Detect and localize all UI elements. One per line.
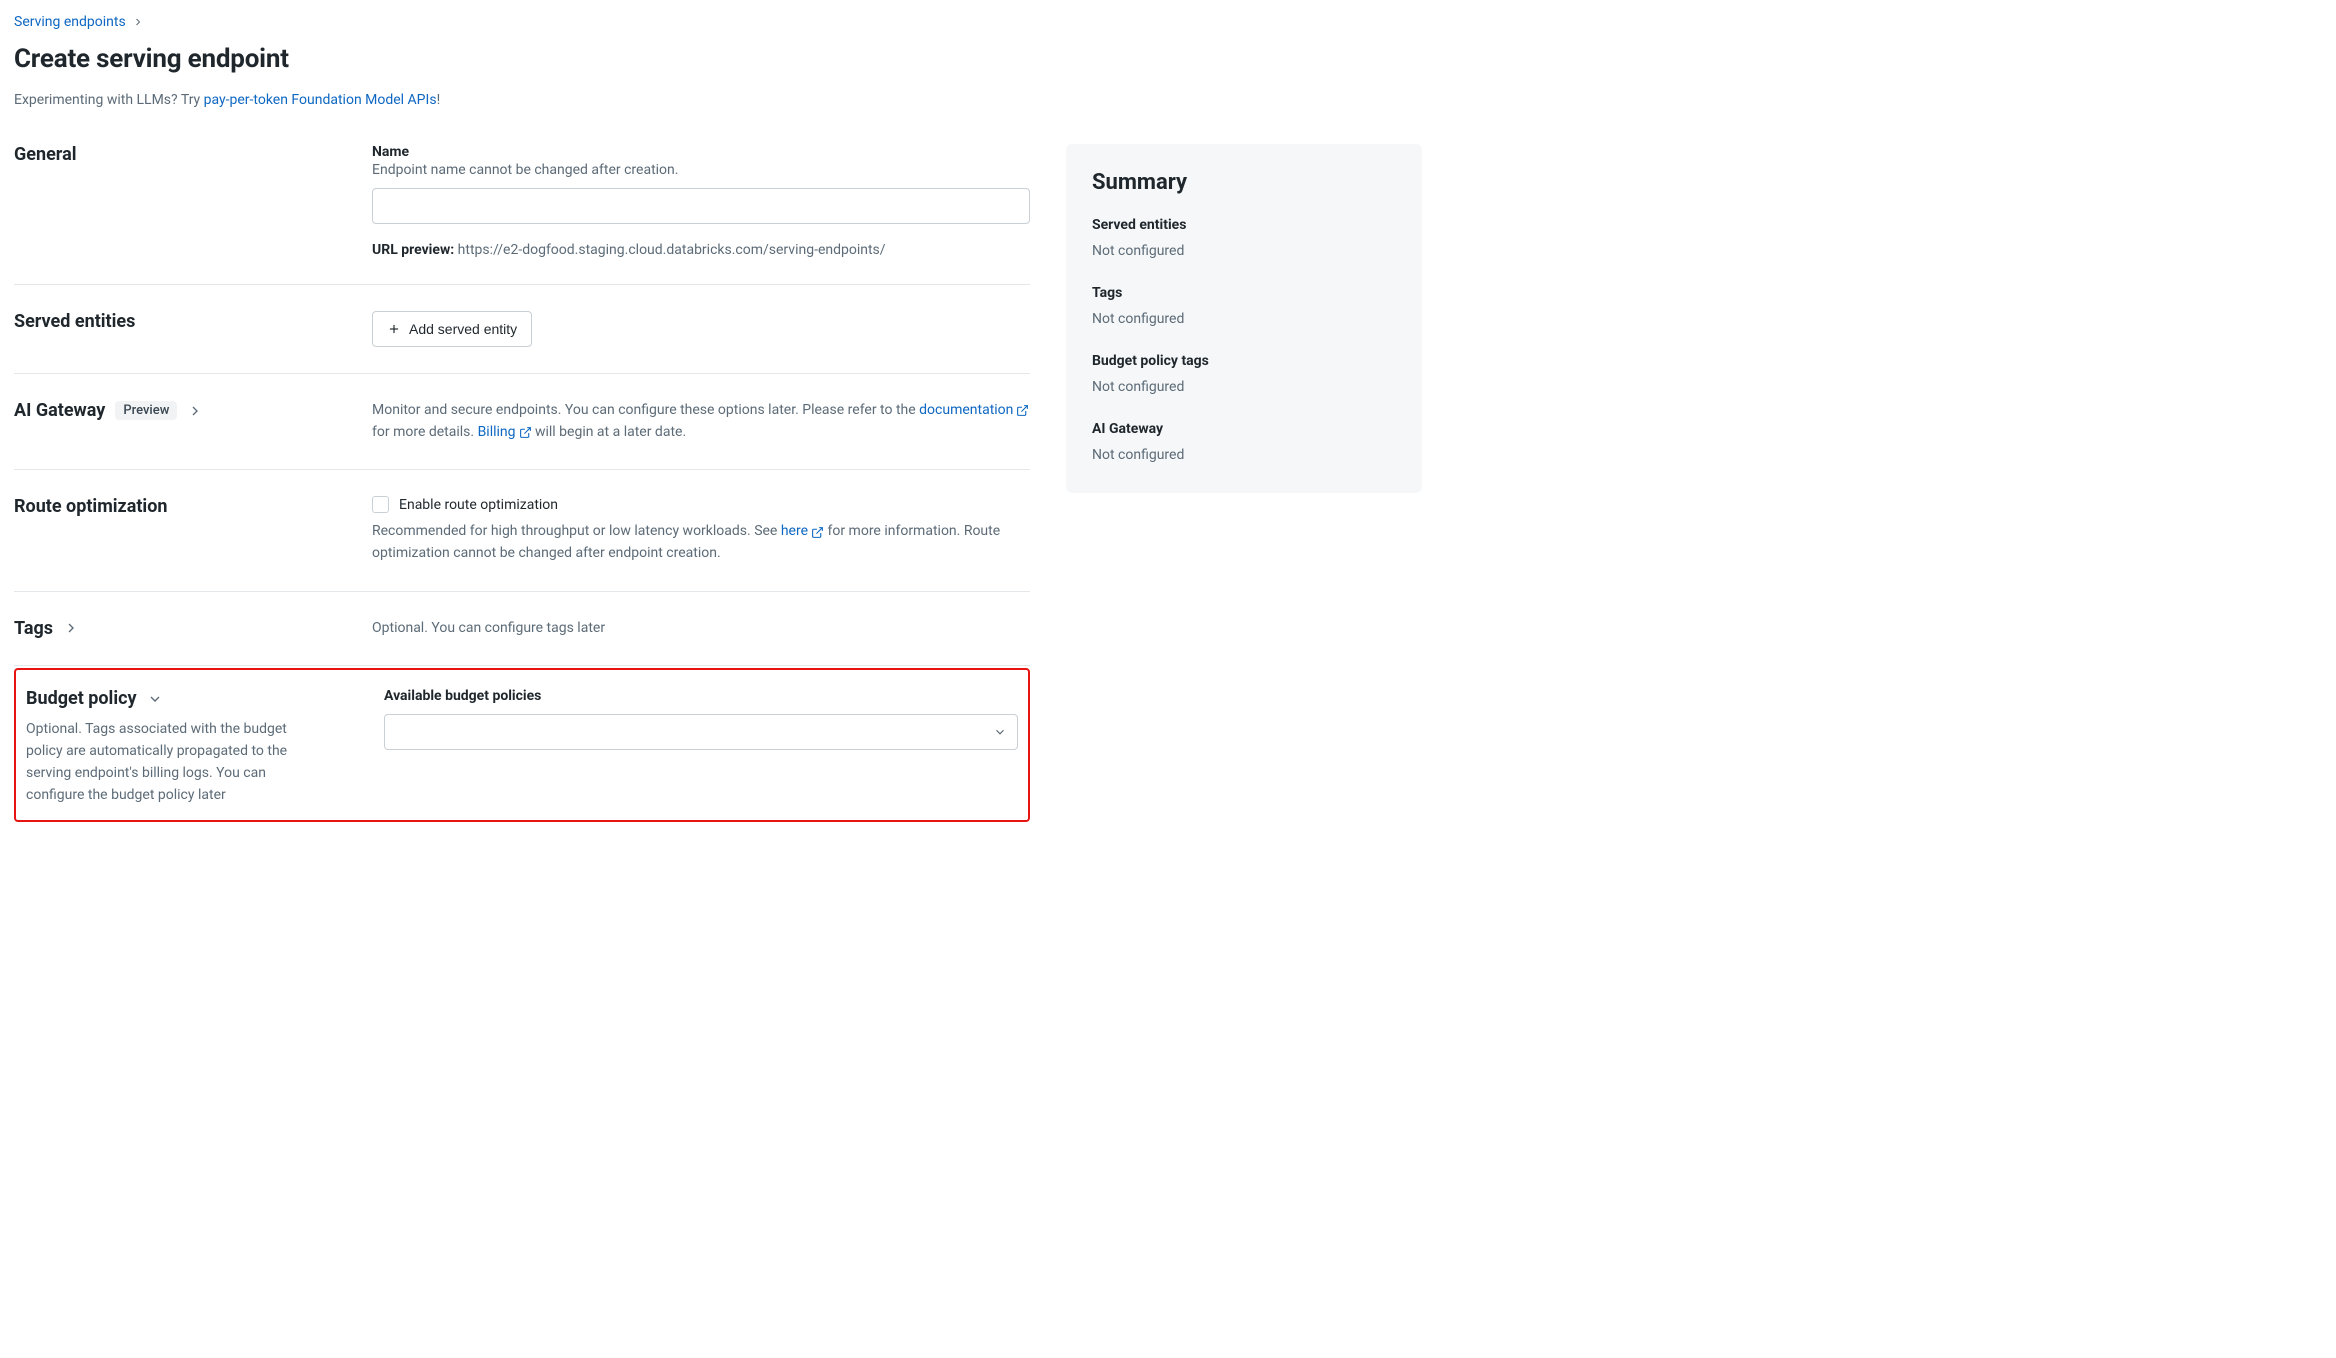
name-hint: Endpoint name cannot be changed after cr…	[372, 162, 1030, 178]
tags-desc: Optional. You can configure tags later	[372, 618, 1030, 640]
main-form: General Name Endpoint name cannot be cha…	[14, 144, 1030, 822]
section-heading-budget: Budget policy	[26, 688, 364, 709]
summary-value: Not configured	[1092, 379, 1396, 395]
summary-item-ai-gateway: AI Gateway Not configured	[1092, 421, 1396, 463]
section-heading-general: General	[14, 144, 352, 165]
summary-item-budget-policy-tags: Budget policy tags Not configured	[1092, 353, 1396, 395]
breadcrumb: Serving endpoints	[14, 14, 2322, 30]
documentation-link[interactable]: documentation	[919, 400, 1029, 422]
budget-policy-highlight: Budget policy Optional. Tags associated …	[14, 668, 1030, 822]
budget-heading-text: Budget policy	[26, 688, 137, 709]
section-tags: Tags Optional. You can configure tags la…	[14, 592, 1030, 667]
section-heading-served-entities: Served entities	[14, 311, 352, 332]
external-link-icon	[519, 426, 532, 439]
summary-label: Tags	[1092, 285, 1396, 301]
budget-sub: Optional. Tags associated with the budge…	[26, 719, 326, 806]
summary-label: Budget policy tags	[1092, 353, 1396, 369]
section-heading-tags: Tags	[14, 618, 352, 639]
chevron-right-icon[interactable]	[187, 403, 203, 419]
llm-hint-prefix: Experimenting with LLMs? Try	[14, 92, 204, 108]
route-checkbox[interactable]	[372, 496, 389, 513]
summary-item-served-entities: Served entities Not configured	[1092, 217, 1396, 259]
foundation-model-link[interactable]: pay-per-token Foundation Model APIs	[204, 92, 437, 108]
route-checkbox-label: Enable route optimization	[399, 497, 558, 513]
chevron-right-icon[interactable]	[63, 620, 79, 636]
summary-heading: Summary	[1092, 170, 1396, 195]
plus-icon	[387, 322, 401, 336]
llm-hint-suffix: !	[437, 92, 441, 108]
summary-value: Not configured	[1092, 447, 1396, 463]
gateway-desc-1: Monitor and secure endpoints. You can co…	[372, 402, 919, 418]
add-served-entity-label: Add served entity	[409, 321, 517, 337]
gateway-desc-3: will begin at a later date.	[532, 424, 687, 440]
route-here-link[interactable]: here	[781, 521, 824, 543]
budget-field-label: Available budget policies	[384, 688, 1018, 704]
summary-item-tags: Tags Not configured	[1092, 285, 1396, 327]
name-label: Name	[372, 144, 1030, 160]
route-checkbox-row: Enable route optimization	[372, 496, 1030, 513]
summary-panel: Summary Served entities Not configured T…	[1066, 144, 1422, 493]
add-served-entity-button[interactable]: Add served entity	[372, 311, 532, 347]
name-input[interactable]	[372, 188, 1030, 224]
external-link-icon	[811, 526, 824, 539]
route-desc-1: Recommended for high throughput or low l…	[372, 523, 781, 539]
breadcrumb-parent-link[interactable]: Serving endpoints	[14, 14, 126, 30]
url-preview-label: URL preview:	[372, 242, 454, 258]
ai-gateway-desc: Monitor and secure endpoints. You can co…	[372, 400, 1030, 443]
summary-label: Served entities	[1092, 217, 1396, 233]
llm-hint: Experimenting with LLMs? Try pay-per-tok…	[14, 92, 2322, 108]
section-ai-gateway: AI Gateway Preview Monitor and secure en…	[14, 374, 1030, 470]
chevron-down-icon[interactable]	[147, 691, 163, 707]
billing-link[interactable]: Billing	[478, 422, 532, 444]
gateway-desc-2: for more details.	[372, 424, 478, 440]
preview-badge: Preview	[115, 401, 177, 420]
summary-value: Not configured	[1092, 243, 1396, 259]
section-general: General Name Endpoint name cannot be cha…	[14, 144, 1030, 285]
external-link-icon	[1016, 404, 1029, 417]
summary-label: AI Gateway	[1092, 421, 1396, 437]
chevron-down-icon	[993, 725, 1007, 739]
section-route-optimization: Route optimization Enable route optimiza…	[14, 470, 1030, 591]
section-heading-ai-gateway: AI Gateway Preview	[14, 400, 352, 421]
chevron-right-icon	[132, 16, 144, 28]
route-desc: Recommended for high throughput or low l…	[372, 521, 1030, 564]
url-preview: URL preview: https://e2-dogfood.staging.…	[372, 242, 1030, 258]
summary-value: Not configured	[1092, 311, 1396, 327]
url-preview-value: https://e2-dogfood.staging.cloud.databri…	[458, 242, 886, 258]
section-budget-policy: Budget policy Optional. Tags associated …	[26, 688, 1018, 806]
budget-policy-select[interactable]	[384, 714, 1018, 750]
tags-heading-text: Tags	[14, 618, 53, 639]
page-title: Create serving endpoint	[14, 44, 2322, 74]
section-heading-route: Route optimization	[14, 496, 352, 517]
section-served-entities: Served entities Add served entity	[14, 285, 1030, 374]
ai-gateway-heading-text: AI Gateway	[14, 400, 105, 421]
